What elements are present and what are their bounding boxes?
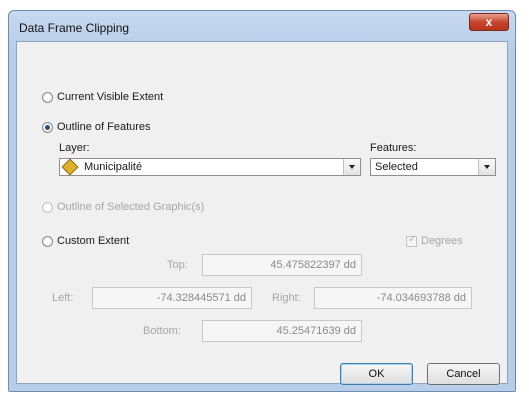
left-label: Left: <box>52 292 74 304</box>
ok-button[interactable]: OK <box>340 363 413 385</box>
outline-of-features-label[interactable]: Outline of Features <box>57 121 151 133</box>
features-label: Features: <box>370 142 417 154</box>
outline-of-features-radio[interactable] <box>42 122 53 133</box>
close-icon: x <box>485 15 493 29</box>
layer-label: Layer: <box>59 142 90 154</box>
outline-of-selected-graphics-radio[interactable] <box>42 202 53 213</box>
bottom-label: Bottom: <box>143 325 181 337</box>
degrees-checkbox[interactable] <box>406 234 417 247</box>
custom-extent-radio[interactable] <box>42 236 53 247</box>
custom-extent-label[interactable]: Custom Extent <box>57 235 129 247</box>
dialog-window: Data Frame Clipping x Current Visible Ex… <box>8 10 516 392</box>
top-label: Top: <box>167 259 188 271</box>
right-label: Right: <box>272 292 301 304</box>
top-field[interactable]: 45.475822397 dd <box>202 254 362 276</box>
layer-dropdown[interactable]: Municipalité <box>59 158 361 176</box>
chevron-down-icon[interactable] <box>343 159 360 175</box>
layer-dropdown-value: Municipalité <box>84 161 143 173</box>
features-dropdown[interactable]: Selected <box>370 158 496 176</box>
current-visible-extent-radio[interactable] <box>42 92 53 103</box>
close-button[interactable]: x <box>469 13 509 31</box>
degrees-label[interactable]: Degrees <box>421 235 463 247</box>
chevron-down-icon[interactable] <box>478 159 495 175</box>
left-field[interactable]: -74.328445571 dd <box>92 287 252 309</box>
bottom-field[interactable]: 45.25471639 dd <box>202 320 362 342</box>
outline-of-selected-graphics-label[interactable]: Outline of Selected Graphic(s) <box>57 201 204 213</box>
dialog-body: Current Visible Extent Outline of Featur… <box>16 41 508 385</box>
layer-diamond-icon <box>61 158 79 176</box>
dialog-title: Data Frame Clipping <box>19 21 130 35</box>
cancel-button[interactable]: Cancel <box>427 363 500 385</box>
features-dropdown-value: Selected <box>375 161 418 173</box>
current-visible-extent-label[interactable]: Current Visible Extent <box>57 91 163 103</box>
right-field[interactable]: -74.034693788 dd <box>314 287 472 309</box>
